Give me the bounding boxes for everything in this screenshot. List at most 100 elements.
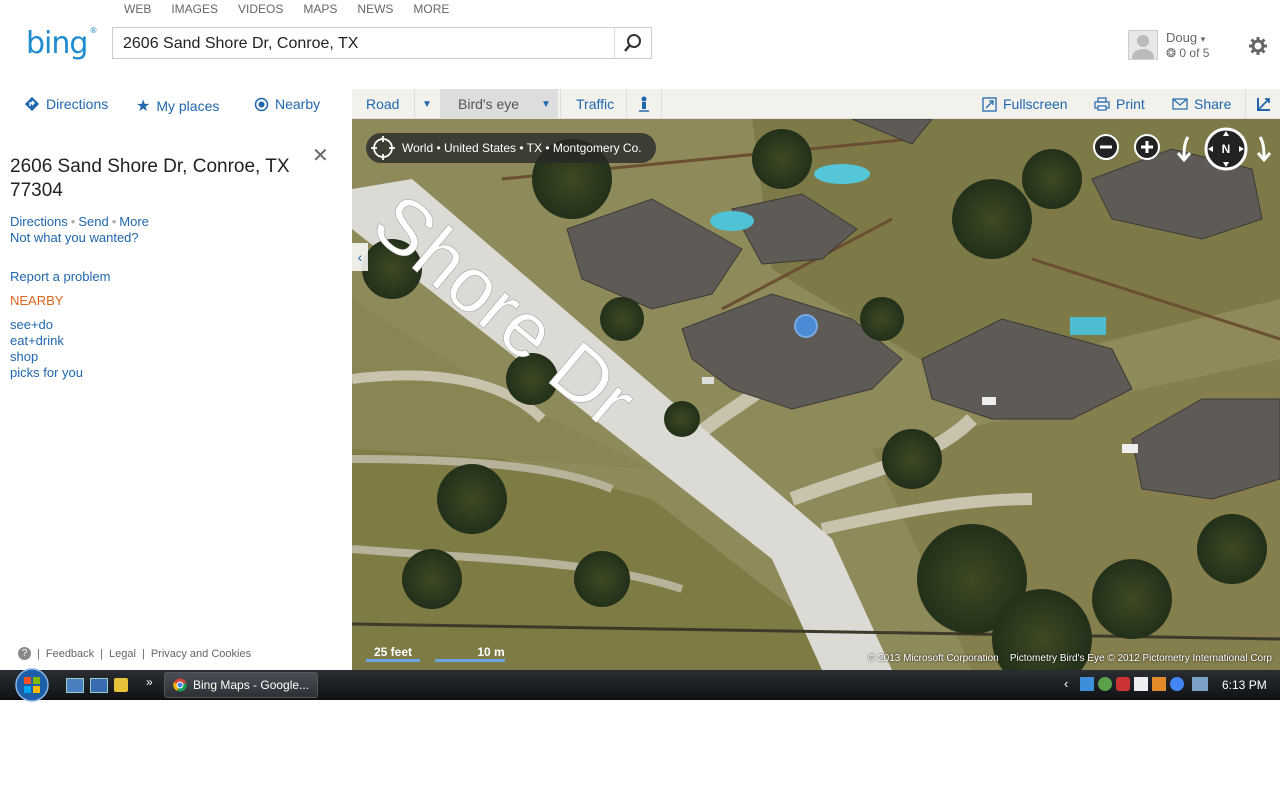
report-problem-link[interactable]: Report a problem	[10, 269, 110, 284]
printer-icon	[1094, 97, 1110, 111]
chevron-down-icon: ▼	[541, 98, 551, 110]
chevron-down-icon: ▼	[422, 98, 432, 110]
chrome-tray-icon[interactable]	[1170, 677, 1184, 691]
target-icon	[254, 97, 269, 111]
search-button[interactable]	[614, 28, 651, 58]
collapse-panel-button[interactable]: ‹	[352, 243, 368, 271]
aerial-imagery	[352, 119, 1280, 670]
recycle-icon[interactable]	[1098, 677, 1112, 691]
network-icon[interactable]	[1152, 677, 1166, 691]
zoom-out-button[interactable]	[1092, 133, 1120, 166]
start-button[interactable]	[12, 668, 52, 702]
show-desktop-icon[interactable]	[66, 678, 84, 693]
address-title: 2606 Sand Shore Dr, Conroe, TX 77304	[10, 155, 310, 203]
calendar-icon[interactable]	[1134, 677, 1148, 691]
settings-button[interactable]	[1249, 37, 1267, 60]
avatar	[1128, 30, 1158, 60]
system-clock[interactable]: 6:13 PM	[1222, 678, 1267, 692]
map-view[interactable]: Shore Dr World • United States • TX • Mo…	[352, 119, 1280, 670]
tray-expand-icon[interactable]: ‹	[1064, 676, 1068, 691]
share-button[interactable]: Share	[1172, 89, 1231, 119]
streetside-button[interactable]	[632, 89, 656, 119]
breadcrumb-text: World • United States • TX • Montgomery …	[402, 141, 642, 155]
arrow-down-left-icon	[1176, 136, 1192, 163]
directions-label: Directions	[46, 96, 109, 112]
chevron-left-icon: ‹	[357, 249, 363, 265]
fullscreen-label: Fullscreen	[1003, 96, 1068, 112]
panel-footer: ? | Feedback | Legal | Privacy and Cooki…	[18, 647, 251, 660]
envelope-icon	[1172, 98, 1188, 110]
nearby-heading: NEARBY	[10, 293, 64, 308]
username[interactable]: Doug ▾	[1166, 30, 1205, 45]
location-breadcrumb[interactable]: World • United States • TX • Montgomery …	[366, 133, 656, 163]
nearby-eat-drink-link[interactable]: eat+drink	[10, 333, 64, 348]
chevron-down-icon: ▾	[1200, 34, 1206, 44]
username-text: Doug	[1166, 30, 1198, 45]
nav-images[interactable]: IMAGES	[171, 2, 218, 16]
display-icon[interactable]	[1192, 677, 1208, 691]
map-scale: 25 feet 10 m	[366, 645, 505, 662]
traffic-button[interactable]: Traffic	[576, 89, 614, 119]
not-wanted-link[interactable]: Not what you wanted?	[10, 230, 139, 245]
quicklaunch-expand-icon[interactable]: »	[146, 675, 153, 689]
nav-more[interactable]: MORE	[413, 2, 449, 16]
print-button[interactable]: Print	[1094, 89, 1145, 119]
zoom-in-button[interactable]	[1133, 133, 1161, 166]
switch-windows-icon[interactable]	[90, 678, 108, 693]
windows-logo-icon	[15, 668, 49, 702]
rewards-count: 0 of 5	[1179, 46, 1210, 60]
windows-taskbar: » Bing Maps - Google... ‹ 6:13 PM	[0, 668, 1280, 702]
directions-link[interactable]: Directions	[10, 214, 68, 229]
print-label: Print	[1116, 96, 1145, 112]
more-link[interactable]: More	[119, 214, 149, 229]
my-places-tool[interactable]: ★ My places	[136, 96, 219, 116]
nav-news[interactable]: NEWS	[357, 2, 393, 16]
tray-icons	[1080, 677, 1208, 691]
search-icon	[624, 34, 641, 52]
registered-mark: ®	[89, 26, 97, 35]
locate-icon	[371, 136, 395, 160]
chrome-icon	[173, 678, 187, 692]
directions-tool[interactable]: Directions	[24, 96, 108, 112]
send-link[interactable]: Send	[78, 214, 108, 229]
nav-videos[interactable]: VIDEOS	[238, 2, 283, 16]
nearby-shop-link[interactable]: shop	[10, 349, 38, 364]
rewards-status[interactable]: ❂ 0 of 5	[1166, 46, 1209, 60]
dropbox-icon[interactable]	[1080, 677, 1094, 691]
gear-icon	[1249, 37, 1267, 55]
plus-icon	[1134, 134, 1160, 160]
nav-web[interactable]: WEB	[124, 2, 151, 16]
nearby-label: Nearby	[275, 96, 321, 112]
road-dropdown[interactable]: ▼	[415, 89, 439, 119]
share-label: Share	[1194, 96, 1232, 112]
close-icon[interactable]: ✕	[312, 143, 329, 168]
rotate-right-button[interactable]	[1254, 135, 1274, 168]
bing-logo[interactable]: bing ®	[26, 26, 97, 61]
scale-feet: 25 feet	[366, 645, 420, 662]
compass-icon: N	[1204, 127, 1248, 171]
birds-eye-dropdown[interactable]: ▼	[534, 89, 558, 119]
nearby-tool[interactable]: Nearby	[254, 96, 320, 112]
search-input[interactable]	[121, 34, 615, 54]
feedback-link[interactable]: Feedback	[46, 648, 94, 660]
shield-icon[interactable]	[1116, 677, 1130, 691]
nearby-see-do-link[interactable]: see+do	[10, 317, 53, 332]
rotate-left-button[interactable]	[1174, 135, 1194, 168]
privacy-link[interactable]: Privacy and Cookies	[151, 648, 251, 660]
legal-link[interactable]: Legal	[109, 648, 136, 660]
measure-button[interactable]	[1252, 89, 1276, 119]
nav-maps[interactable]: MAPS	[303, 2, 337, 16]
location-marker[interactable]	[794, 314, 818, 338]
fullscreen-button[interactable]: Fullscreen	[982, 89, 1068, 119]
scale-meters: 10 m	[434, 645, 505, 662]
compass-button[interactable]: N	[1204, 127, 1248, 176]
nearby-picks-link[interactable]: picks for you	[10, 365, 83, 380]
taskbar-chrome-window[interactable]: Bing Maps - Google...	[164, 672, 318, 698]
clock-app-icon[interactable]	[114, 678, 128, 692]
birds-eye-button[interactable]: Bird's eye	[440, 89, 534, 119]
help-icon[interactable]: ?	[18, 647, 31, 660]
road-view-button[interactable]: Road	[366, 89, 399, 119]
star-icon: ★	[136, 98, 151, 115]
person-icon	[639, 96, 649, 112]
my-places-label: My places	[156, 98, 220, 114]
